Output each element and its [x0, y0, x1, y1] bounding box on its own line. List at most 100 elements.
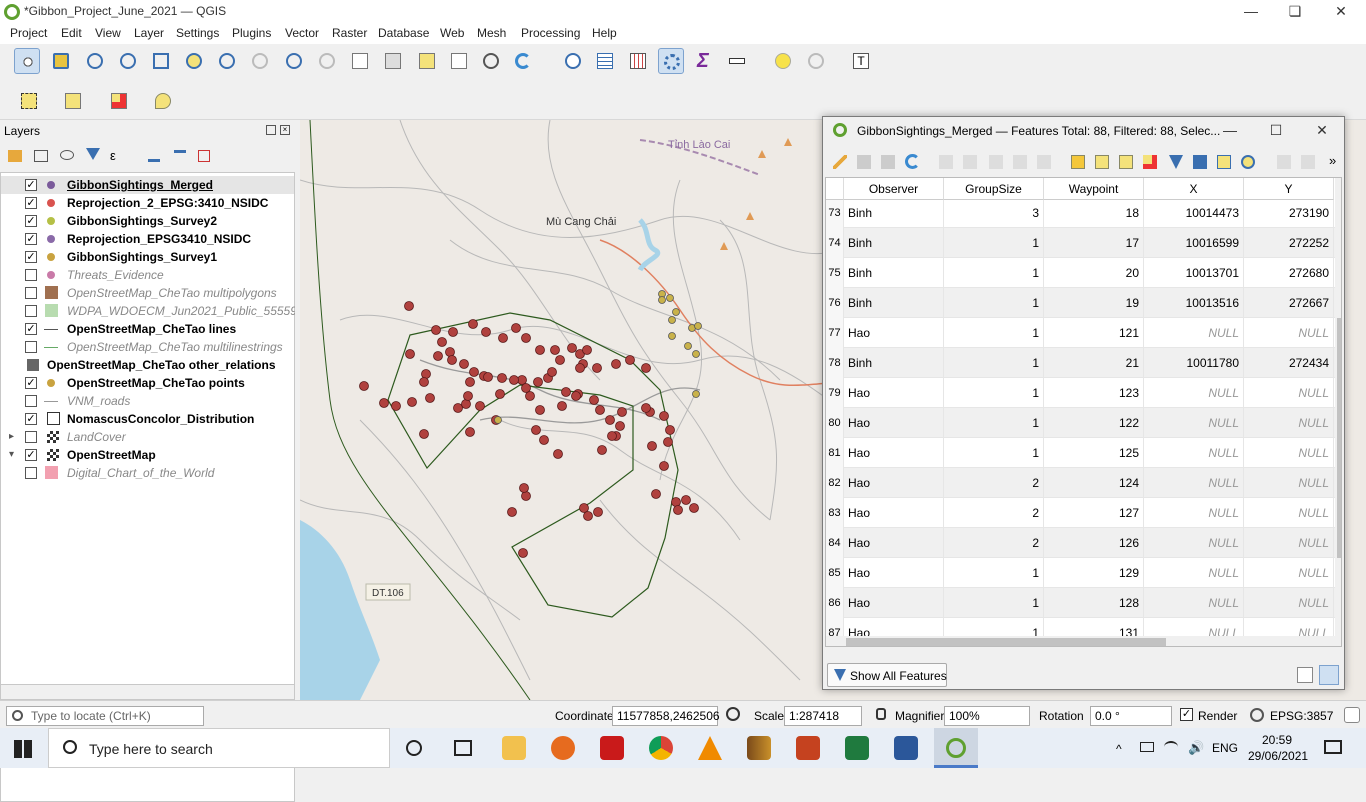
chrome-icon[interactable]	[649, 736, 673, 760]
layer-row[interactable]: ▾ ✓ OpenStreetMap	[1, 446, 294, 464]
table-cell-group[interactable]: 1	[944, 588, 1044, 618]
row-number[interactable]: 77	[826, 318, 844, 348]
vscroll-thumb[interactable]	[1337, 318, 1341, 558]
table-cell-waypoint[interactable]: 129	[1044, 558, 1144, 588]
visibility-eye-icon[interactable]	[60, 150, 74, 160]
layer-visibility-checkbox[interactable]: ✓	[25, 215, 37, 227]
move-selection-top-icon[interactable]	[1193, 155, 1207, 169]
table-row[interactable]: 81 Hao 1 125 NULL NULL	[826, 438, 1335, 468]
select-features-button[interactable]	[16, 88, 42, 114]
rotation-spinbox[interactable]: 0.0 °	[1090, 706, 1172, 726]
row-number[interactable]: 81	[826, 438, 844, 468]
close-button[interactable]: ✕	[1326, 2, 1356, 22]
table-cell-waypoint[interactable]: 21	[1044, 348, 1144, 378]
table-cell-observer[interactable]: Binh	[844, 288, 944, 318]
table-cell-observer[interactable]: Hao	[844, 528, 944, 558]
menu-project[interactable]: Project	[10, 26, 47, 40]
battery-icon[interactable]	[1140, 742, 1154, 752]
row-number[interactable]: 75	[826, 258, 844, 288]
row-number[interactable]: 83	[826, 498, 844, 528]
row-number[interactable]: 82	[826, 468, 844, 498]
row-number[interactable]: 74	[826, 228, 844, 258]
zoom-in-button[interactable]	[82, 48, 108, 74]
zoom-to-selected-icon[interactable]	[1241, 155, 1255, 169]
col-header-groupsize[interactable]: GroupSize	[944, 178, 1044, 200]
table-cell-waypoint[interactable]: 20	[1044, 258, 1144, 288]
table-cell-x[interactable]: 10016599	[1144, 228, 1244, 258]
table-cell-observer[interactable]: Hao	[844, 438, 944, 468]
remove-layer-icon[interactable]	[198, 150, 210, 162]
pan-tool-button[interactable]	[14, 48, 40, 74]
toggle-editing-icon[interactable]	[833, 155, 847, 169]
layer-visibility-checkbox[interactable]	[25, 287, 37, 299]
text-annotation-button[interactable]: T	[848, 48, 874, 74]
new-field-icon[interactable]	[1277, 155, 1291, 169]
word-icon[interactable]	[894, 736, 918, 760]
table-cell-observer[interactable]: Binh	[844, 200, 944, 228]
crs-label[interactable]: EPSG:3857	[1270, 709, 1333, 723]
select-by-value-button[interactable]	[60, 88, 86, 114]
table-cell-y[interactable]: NULL	[1244, 378, 1334, 408]
table-cell-waypoint[interactable]: 125	[1044, 438, 1144, 468]
new-3d-view-button[interactable]	[380, 48, 406, 74]
layer-visibility-checkbox[interactable]: ✓	[25, 251, 37, 263]
layer-visibility-checkbox[interactable]: ✓	[25, 179, 37, 191]
table-cell-waypoint[interactable]: 122	[1044, 408, 1144, 438]
table-cell-y[interactable]: NULL	[1244, 438, 1334, 468]
layer-visibility-checkbox[interactable]	[25, 395, 37, 407]
table-cell-y[interactable]: NULL	[1244, 318, 1334, 348]
add-feature-icon[interactable]	[939, 155, 953, 169]
style-panel-icon[interactable]	[8, 150, 22, 162]
layer-row[interactable]: OpenStreetMap_CheTao multilinestrings	[1, 338, 294, 356]
table-cell-group[interactable]: 2	[944, 468, 1044, 498]
layer-row[interactable]: ✓ OpenStreetMap_CheTao lines	[1, 320, 294, 338]
statistical-summary-button[interactable]: Σ	[692, 48, 718, 74]
deselect-button[interactable]	[106, 88, 132, 114]
menu-view[interactable]: View	[95, 26, 121, 40]
invert-selection-icon[interactable]	[1119, 155, 1133, 169]
table-row[interactable]: 85 Hao 1 129 NULL NULL	[826, 558, 1335, 588]
attr-maximize-button[interactable]: ☐	[1261, 121, 1291, 141]
library-icon[interactable]	[747, 736, 771, 760]
menu-plugins[interactable]: Plugins	[232, 26, 271, 40]
menu-vector[interactable]: Vector	[285, 26, 319, 40]
deselect-all-icon[interactable]	[1143, 155, 1157, 169]
layer-row[interactable]: ✓ GibbonSightings_Survey2	[1, 212, 294, 230]
more-tools-icon[interactable]: »	[1329, 153, 1336, 168]
task-view-icon[interactable]	[454, 740, 472, 756]
magnifier-spinbox[interactable]: 100%	[944, 706, 1030, 726]
cut-icon[interactable]	[989, 155, 1003, 169]
col-header-waypoint[interactable]: Waypoint	[1044, 178, 1144, 200]
refresh-button[interactable]	[510, 48, 536, 74]
menu-settings[interactable]: Settings	[176, 26, 219, 40]
table-cell-group[interactable]: 2	[944, 498, 1044, 528]
layer-visibility-checkbox[interactable]: ✓	[25, 233, 37, 245]
table-cell-observer[interactable]: Binh	[844, 258, 944, 288]
open-attribute-table-button[interactable]	[592, 48, 618, 74]
col-header-y[interactable]: Y	[1244, 178, 1334, 200]
layer-visibility-checkbox[interactable]: ✓	[25, 377, 37, 389]
layer-visibility-checkbox[interactable]: ✓	[25, 197, 37, 209]
table-cell-waypoint[interactable]: 121	[1044, 318, 1144, 348]
layer-row[interactable]: OpenStreetMap_CheTao other_relations	[1, 356, 294, 374]
row-number[interactable]: 86	[826, 588, 844, 618]
table-cell-x[interactable]: NULL	[1144, 378, 1244, 408]
multi-edit-icon[interactable]	[857, 155, 871, 169]
layer-row[interactable]: ✓ Reprojection_EPSG3410_NSIDC	[1, 230, 294, 248]
table-row[interactable]: 78 Binh 1 21 10011780 272434	[826, 348, 1335, 378]
new-map-view-button[interactable]	[347, 48, 373, 74]
table-cell-y[interactable]: 272252	[1244, 228, 1334, 258]
zoom-full-button[interactable]	[148, 48, 174, 74]
layer-row[interactable]: ▸ LandCover	[1, 428, 294, 446]
expand-arrow-icon[interactable]: ▾	[9, 449, 14, 460]
map-tips-button[interactable]	[770, 48, 796, 74]
col-header-observer[interactable]: Observer	[844, 178, 944, 200]
messages-icon[interactable]	[1344, 707, 1360, 723]
menu-layer[interactable]: Layer	[134, 26, 164, 40]
menu-database[interactable]: Database	[378, 26, 429, 40]
filter-icon[interactable]	[86, 148, 100, 160]
layer-tree-scrollbar[interactable]	[0, 684, 295, 700]
select-all-icon[interactable]	[1095, 155, 1109, 169]
layer-row[interactable]: Digital_Chart_of_the_World	[1, 464, 294, 482]
table-cell-observer[interactable]: Binh	[844, 348, 944, 378]
